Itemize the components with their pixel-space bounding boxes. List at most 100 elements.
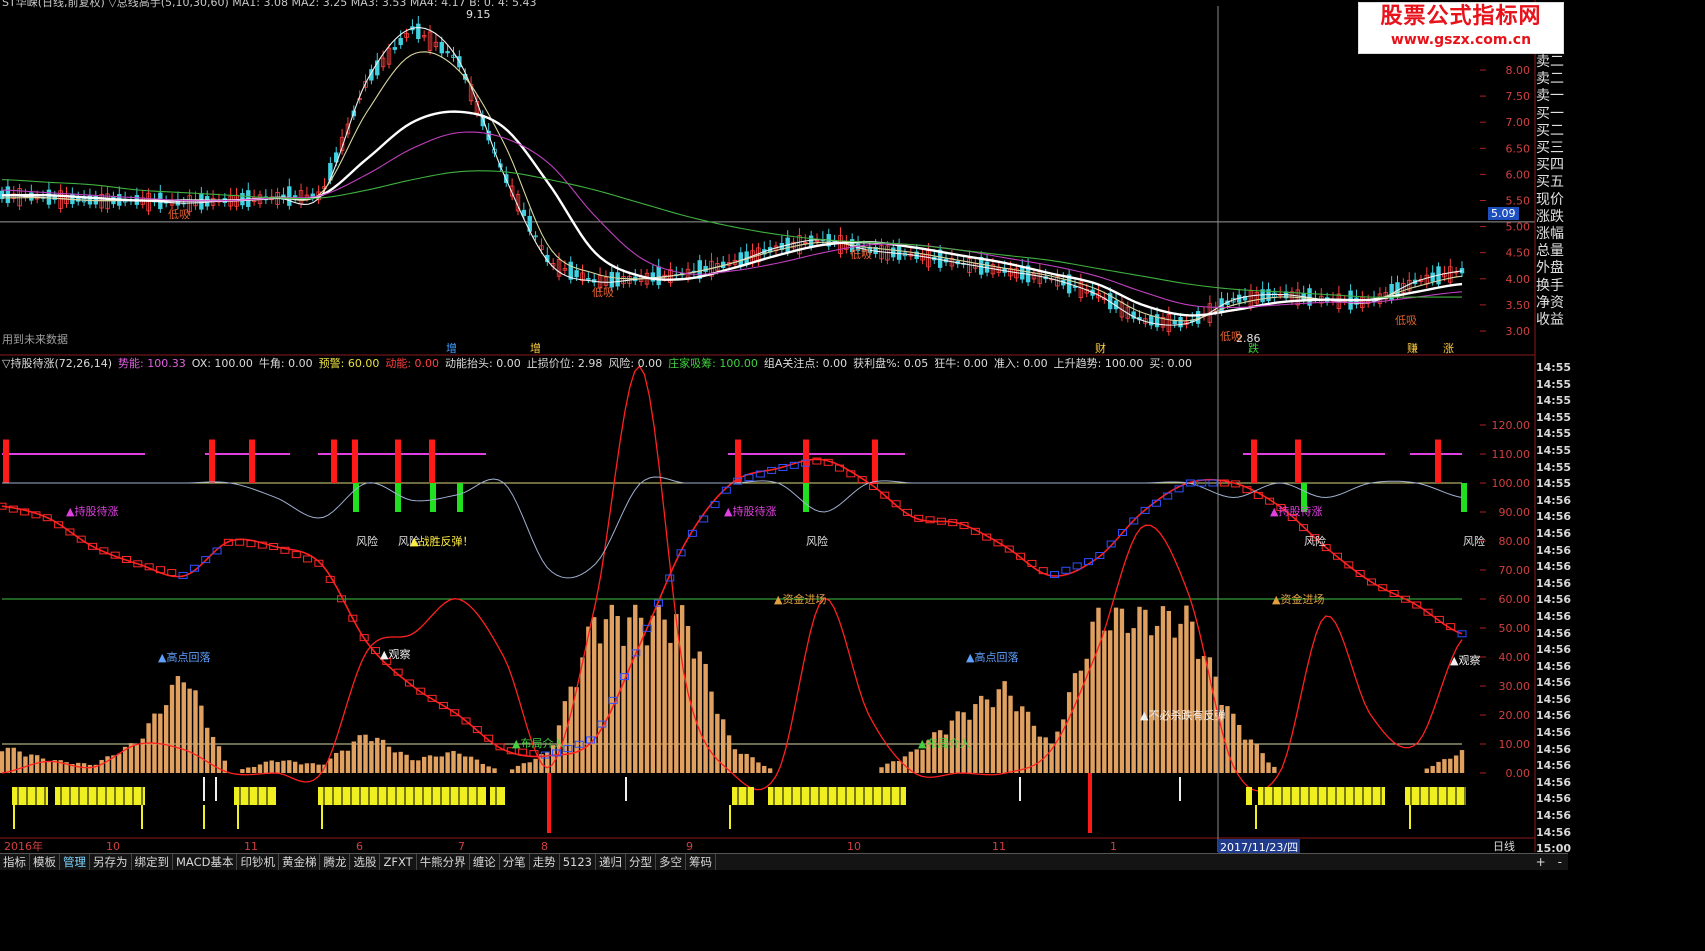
- tab-多空[interactable]: 多空: [656, 854, 686, 870]
- accumulation-bar: [1119, 608, 1125, 773]
- accumulation-bar: [1072, 673, 1078, 773]
- tick-time: 14:56: [1536, 493, 1572, 507]
- tick-time: 14:56: [1536, 510, 1572, 524]
- accumulation-bar: [603, 619, 609, 773]
- indicator-value-2: OX: 100.00: [191, 357, 253, 370]
- candle-body: [615, 272, 620, 287]
- accumulation-bar: [1184, 605, 1189, 773]
- tab-腾龙[interactable]: 腾龙: [320, 854, 351, 870]
- price-annotation: 赚: [1407, 341, 1418, 355]
- accumulation-bar: [597, 643, 603, 773]
- tab-缠论[interactable]: 缠论: [470, 854, 500, 870]
- accumulation-bar: [316, 764, 321, 773]
- accumulation-bar: [879, 767, 884, 773]
- accumulation-bar: [738, 753, 743, 773]
- accumulation-bar: [1002, 681, 1007, 773]
- indicator-value-14: 上升趋势: 100.00: [1053, 357, 1144, 370]
- tab-管理[interactable]: 管理: [60, 854, 90, 870]
- price-tick-label: 5.00: [1506, 221, 1531, 234]
- tick-time: 14:56: [1536, 825, 1572, 839]
- accumulation-bar: [187, 688, 192, 773]
- tab-黄金梯[interactable]: 黄金梯: [279, 854, 321, 870]
- accumulation-bar: [644, 645, 650, 773]
- accumulation-bar: [369, 741, 374, 773]
- tab-走势[interactable]: 走势: [530, 854, 560, 870]
- tick-time: 14:56: [1536, 742, 1572, 756]
- candle-body: [656, 266, 661, 286]
- period-badge[interactable]: 日线: [1493, 838, 1515, 854]
- signal-yellow-tick: [203, 805, 205, 829]
- time-axis-label: 9: [686, 840, 693, 853]
- tab-印钞机[interactable]: 印钞机: [237, 854, 279, 870]
- price-header: ST华嵘(日线,前复权) ▽总线高手(5,10,30,60) MA1: 3.08…: [2, 0, 543, 10]
- tab-另存为[interactable]: 另存为: [90, 854, 132, 870]
- indicator-annotation: 风险: [806, 534, 828, 548]
- signal-white-tick: [1179, 777, 1181, 801]
- accumulation-bar: [891, 761, 896, 773]
- quote-field-label: 涨跌: [1536, 208, 1564, 225]
- accumulation-bar: [679, 605, 685, 773]
- tab-ZFXT[interactable]: ZFXT: [380, 854, 417, 870]
- price-annotation: 涨: [1443, 342, 1454, 355]
- signal-block-yellow: [318, 787, 486, 805]
- candle-body: [574, 270, 579, 278]
- quote-field-label: 买五: [1536, 174, 1564, 191]
- quote-field-label: 涨幅: [1536, 226, 1564, 243]
- candle-body: [287, 186, 292, 206]
- accumulation-bar: [521, 763, 527, 773]
- tab-分型[interactable]: 分型: [626, 854, 656, 870]
- tick-time: 14:56: [1536, 709, 1572, 723]
- signal-block-yellow: [490, 787, 505, 805]
- indicator-tick-label: 40.00: [1499, 651, 1531, 664]
- accumulation-bar: [445, 752, 450, 773]
- indicator-header: ▽持股待涨(72,26,14) 势能: 100.33 OX: 100.00 牛角: 0…: [2, 357, 1198, 371]
- tab-5123[interactable]: 5123: [560, 854, 596, 870]
- candle-body: [416, 23, 421, 40]
- indicator-value-15: 买: 0.00: [1149, 357, 1193, 370]
- candle-body: [586, 277, 591, 280]
- quote-field-label: 买四: [1536, 157, 1564, 174]
- accumulation-bar: [480, 763, 486, 773]
- tab-分笔[interactable]: 分笔: [500, 854, 530, 870]
- quote-field-label: 卖二: [1536, 71, 1564, 88]
- price-annotation: 低吸: [1395, 314, 1417, 327]
- accumulation-bar: [697, 651, 702, 773]
- indicator-annotation: ▲不必杀跌有反弹: [1140, 708, 1225, 722]
- zoom-in-button[interactable]: +: [1530, 854, 1552, 870]
- accumulation-bar: [310, 763, 315, 773]
- accumulation-bar: [287, 760, 292, 773]
- tab-MACD基本[interactable]: MACD基本: [173, 854, 238, 870]
- accumulation-bar: [750, 757, 755, 773]
- accumulation-bar: [586, 626, 591, 773]
- accumulation-bar: [210, 736, 216, 773]
- accumulation-bar: [973, 704, 978, 773]
- candle-body: [1172, 320, 1177, 325]
- signal-block-yellow: [1405, 787, 1466, 805]
- price-annotation: 低吸: [850, 248, 872, 261]
- tab-牛熊分界[interactable]: 牛熊分界: [417, 854, 470, 870]
- accumulation-bar: [1166, 610, 1172, 773]
- tick-time: 14:56: [1536, 726, 1572, 740]
- tab-模板[interactable]: 模板: [30, 854, 60, 870]
- tick-time: 14:55: [1536, 394, 1572, 408]
- tab-递归[interactable]: 递归: [596, 854, 626, 870]
- zoom-out-button[interactable]: -: [1552, 854, 1568, 870]
- tab-指标[interactable]: 指标: [0, 854, 30, 870]
- tick-time: 14:56: [1536, 809, 1572, 823]
- tab-筹码[interactable]: 筹码: [686, 854, 716, 870]
- tab-选股[interactable]: 选股: [350, 854, 381, 870]
- indicator-value-6: 动能抬头: 0.00: [445, 357, 521, 370]
- accumulation-bar: [1143, 609, 1148, 773]
- accumulation-bar: [257, 764, 263, 773]
- accumulation-bar: [421, 756, 427, 773]
- price-tick-label: 3.50: [1506, 299, 1531, 312]
- accumulation-bar: [1453, 755, 1459, 773]
- tab-绑定到[interactable]: 绑定到: [132, 854, 173, 870]
- signal-red-spike: [1088, 773, 1092, 833]
- accumulation-bar: [1248, 739, 1254, 773]
- indicator-annotation: ▲资金进场: [1272, 592, 1324, 606]
- accumulation-bar: [592, 617, 597, 773]
- alert-bar-red: [1251, 439, 1257, 483]
- price-tick-label: 5.50: [1506, 195, 1531, 208]
- tick-time: 14:56: [1536, 759, 1572, 773]
